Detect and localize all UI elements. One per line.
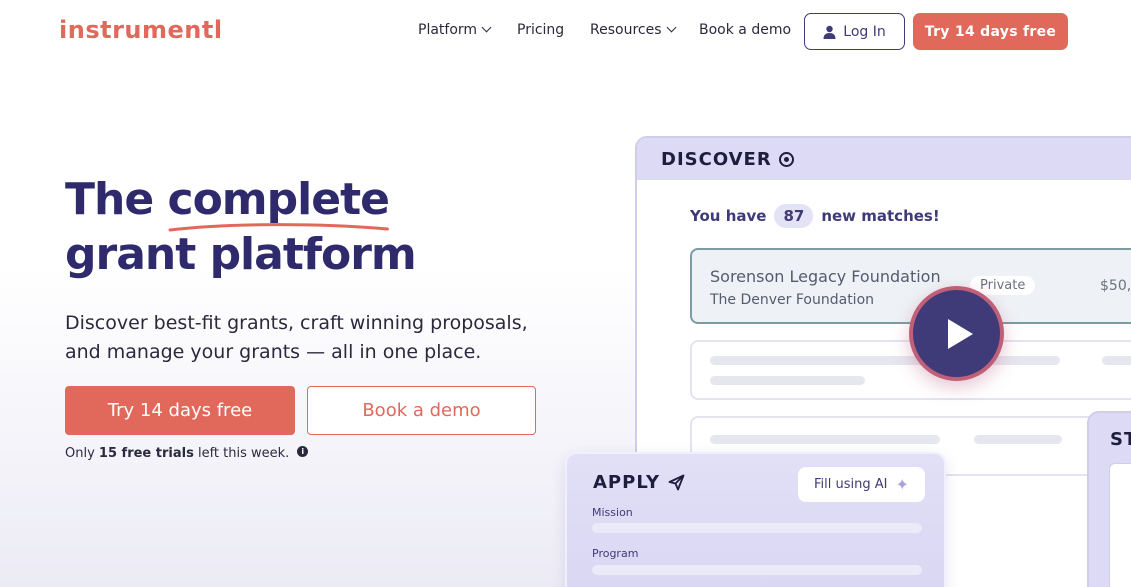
matches-prefix: You have xyxy=(690,207,767,225)
mission-input-placeholder xyxy=(592,523,922,533)
hero-title-start: The xyxy=(65,174,168,225)
sparkle-icon: ✦ xyxy=(895,475,909,494)
placeholder-row xyxy=(690,340,1131,400)
placeholder-bar xyxy=(710,435,940,444)
status-card: ST xyxy=(1087,411,1131,587)
hero-title: The complete grant platform xyxy=(65,172,535,282)
apply-header: APPLY xyxy=(593,472,685,493)
trial-note: Only 15 free trials left this week. i xyxy=(65,446,309,461)
logo[interactable]: instrumentl xyxy=(59,16,223,44)
program-input-placeholder xyxy=(592,565,922,575)
chevron-down-icon xyxy=(666,22,676,33)
try-free-button[interactable]: Try 14 days free xyxy=(913,13,1068,50)
fill-using-ai-button[interactable]: Fill using AI ✦ xyxy=(798,467,925,502)
fill-using-ai-label: Fill using AI xyxy=(814,477,888,492)
discover-header: DISCOVER xyxy=(637,138,1131,180)
nav-platform[interactable]: Platform xyxy=(418,22,492,38)
play-video-button[interactable] xyxy=(909,286,1004,381)
target-icon xyxy=(778,151,794,167)
matches-text: You have 87 new matches! xyxy=(690,204,940,228)
trial-note-prefix: Only xyxy=(65,446,99,461)
grant-org: The Denver Foundation xyxy=(710,292,875,308)
nav-pricing[interactable]: Pricing xyxy=(517,22,564,38)
apply-card: APPLY Fill using AI ✦ Mission Program xyxy=(565,452,946,587)
nav-resources[interactable]: Resources xyxy=(590,22,676,38)
nav-book-demo[interactable]: Book a demo xyxy=(699,22,791,38)
info-icon[interactable]: i xyxy=(297,446,309,457)
placeholder-bar xyxy=(710,356,1060,365)
chevron-down-icon xyxy=(481,22,492,33)
hero-subtitle: Discover best-fit grants, craft winning … xyxy=(65,312,528,363)
trial-note-count: 15 free trials xyxy=(98,446,194,461)
field-label-mission: Mission xyxy=(592,506,633,519)
apply-title: APPLY xyxy=(593,472,661,493)
grant-amount: $50,0 xyxy=(1100,278,1131,294)
status-title: ST xyxy=(1110,429,1131,450)
trial-note-suffix: left this week. xyxy=(193,446,290,461)
nav-platform-label: Platform xyxy=(418,22,478,38)
discover-title: DISCOVER xyxy=(661,148,772,170)
nav-book-demo-label: Book a demo xyxy=(699,22,792,38)
matches-suffix: new matches! xyxy=(821,207,940,225)
underline-decoration xyxy=(168,223,389,232)
placeholder-bar xyxy=(710,376,865,385)
grant-name: Sorenson Legacy Foundation xyxy=(710,267,941,286)
grant-match-card[interactable]: Sorenson Legacy Foundation The Denver Fo… xyxy=(690,248,1131,324)
play-icon xyxy=(947,318,973,349)
status-panel xyxy=(1109,463,1131,587)
site-header: instrumentl Platform Pricing Resources B… xyxy=(0,0,1131,64)
hero-try-free-button[interactable]: Try 14 days free xyxy=(65,386,295,435)
login-label: Log In xyxy=(843,23,886,40)
login-button[interactable]: Log In xyxy=(804,13,905,50)
hero-title-highlight: complete xyxy=(167,172,390,232)
placeholder-bar xyxy=(1102,356,1131,365)
placeholder-bar xyxy=(974,435,1062,444)
hero-title-end: grant platform xyxy=(65,229,417,280)
nav-resources-label: Resources xyxy=(590,22,662,38)
user-icon xyxy=(823,25,836,39)
matches-count-badge: 87 xyxy=(774,204,814,228)
nav-pricing-label: Pricing xyxy=(517,22,565,38)
send-icon xyxy=(668,474,685,491)
field-label-program: Program xyxy=(592,547,639,560)
hero-book-demo-button[interactable]: Book a demo xyxy=(307,386,536,435)
hero-title-highlight-text: complete xyxy=(167,174,390,225)
